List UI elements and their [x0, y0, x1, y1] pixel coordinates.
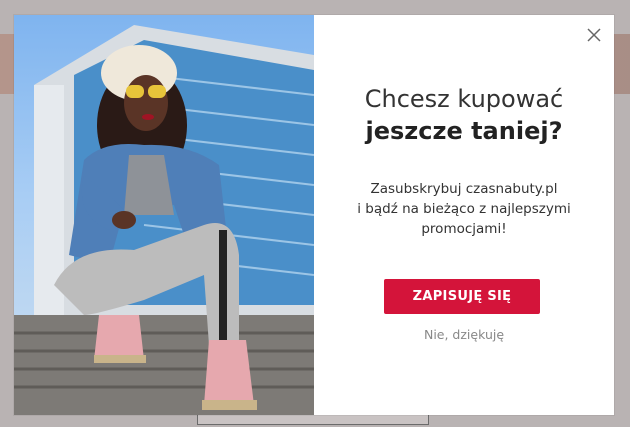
- close-icon: [587, 28, 601, 42]
- popup-heading-line1: Chcesz kupować: [364, 85, 564, 113]
- popup-heading-line2: jeszcze taniej?: [365, 117, 563, 145]
- popup-description: Zasubskrybuj czasnabuty.pl i bądź na bie…: [334, 179, 594, 239]
- decline-link[interactable]: Nie, dziękuję: [314, 327, 614, 342]
- subscribe-button[interactable]: ZAPISUJĘ SIĘ: [384, 279, 540, 314]
- newsletter-popup: Chcesz kupować jeszcze taniej? Zasubskry…: [14, 15, 614, 415]
- description-line-1: Zasubskrybuj czasnabuty.pl: [370, 181, 558, 197]
- close-button[interactable]: [582, 23, 606, 47]
- description-line-3: promocjami!: [421, 221, 507, 237]
- popup-content: Chcesz kupować jeszcze taniej? Zasubskry…: [314, 15, 614, 415]
- description-line-2: i bądź na bieżąco z najlepszymi: [357, 201, 571, 217]
- promo-photo: [14, 15, 314, 415]
